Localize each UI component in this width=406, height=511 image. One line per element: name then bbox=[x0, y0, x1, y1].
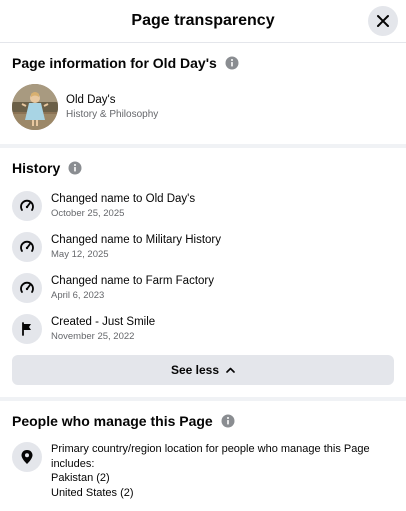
manager-location-row: Primary country/region location for peop… bbox=[12, 442, 394, 500]
close-icon bbox=[377, 15, 389, 27]
location-pin-icon bbox=[12, 442, 42, 472]
see-less-label: See less bbox=[170, 363, 220, 377]
history-date: April 6, 2023 bbox=[51, 289, 105, 301]
history-heading-text: History bbox=[12, 160, 61, 176]
managers-heading: People who manage this Page bbox=[12, 413, 394, 429]
avatar[interactable] bbox=[12, 84, 58, 130]
close-button[interactable] bbox=[368, 6, 398, 36]
list-item: Changed name to Farm Factory April 6, 20… bbox=[12, 267, 394, 308]
chevron-up-icon bbox=[226, 367, 235, 373]
list-item: Changed name to Military History May 12,… bbox=[12, 226, 394, 267]
dialog-title: Page transparency bbox=[131, 12, 275, 29]
info-icon[interactable] bbox=[221, 414, 235, 428]
page-name[interactable]: Old Day's bbox=[66, 93, 158, 107]
history-title: Changed name to Old Day's bbox=[51, 192, 196, 205]
rename-icon bbox=[12, 272, 42, 303]
manager-description: Primary country/region location for peop… bbox=[51, 443, 370, 470]
info-icon[interactable] bbox=[225, 56, 239, 70]
history-date: November 25, 2022 bbox=[51, 330, 135, 342]
history-date: October 25, 2025 bbox=[51, 207, 125, 219]
history-date: May 12, 2025 bbox=[51, 248, 109, 260]
rename-icon bbox=[12, 231, 42, 262]
history-title: Changed name to Military History bbox=[51, 233, 222, 246]
manager-location: Pakistan (2) bbox=[51, 472, 110, 484]
list-item: Changed name to Old Day's October 25, 20… bbox=[12, 185, 394, 226]
history-title: Created - Just Smile bbox=[51, 315, 156, 328]
list-item: Created - Just Smile November 25, 2022 bbox=[12, 308, 394, 349]
info-icon[interactable] bbox=[68, 161, 82, 175]
history-heading: History bbox=[12, 160, 394, 176]
page-info-heading: Page information for Old Day's bbox=[12, 55, 394, 71]
page-category: History & Philosophy bbox=[66, 108, 159, 120]
flag-icon bbox=[12, 313, 42, 344]
history-title: Changed name to Farm Factory bbox=[51, 274, 214, 287]
history-list: Changed name to Old Day's October 25, 20… bbox=[12, 185, 394, 349]
history-section: History Changed name to Old Day's Octobe… bbox=[0, 148, 406, 385]
managers-heading-text: People who manage this Page bbox=[12, 413, 213, 429]
dialog-header: Page transparency bbox=[0, 0, 406, 43]
page-transparency-dialog: Page transparency Page information for O… bbox=[0, 0, 406, 511]
rename-icon bbox=[12, 190, 42, 221]
see-less-button[interactable]: See less bbox=[12, 355, 394, 385]
page-info-heading-text: Page information for Old Day's bbox=[12, 55, 217, 71]
page-profile-row[interactable]: Old Day's History & Philosophy bbox=[12, 84, 394, 130]
page-info-section: Page information for Old Day's Old Day's… bbox=[0, 43, 406, 144]
manager-location: United States (2) bbox=[51, 486, 134, 499]
managers-section: People who manage this Page Primary coun… bbox=[0, 401, 406, 500]
